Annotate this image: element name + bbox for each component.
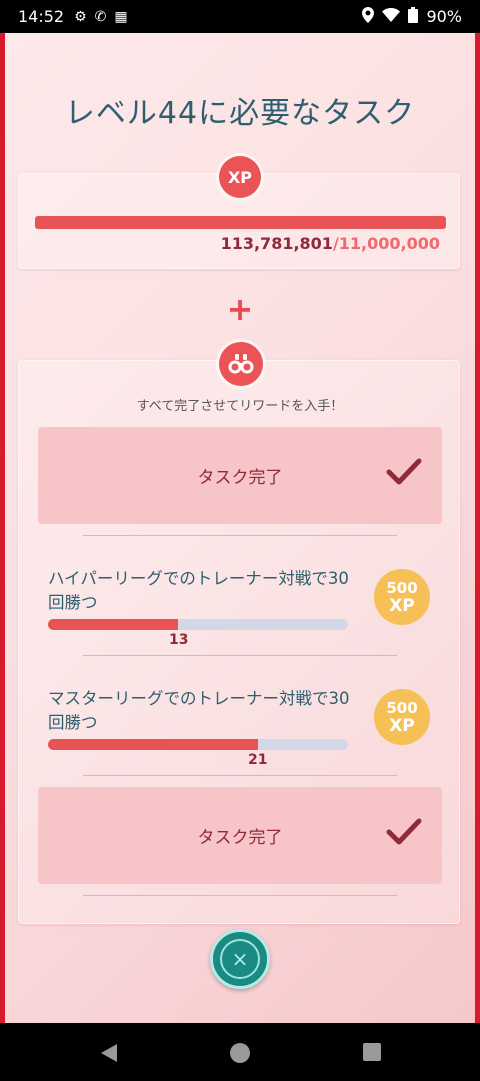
check-icon — [386, 458, 422, 490]
reward-badge: 500 XP — [374, 569, 430, 625]
home-icon[interactable] — [229, 1042, 251, 1068]
task-complete-box[interactable]: タスク完了 — [38, 787, 442, 884]
accessibility-icon: ⚙ — [74, 8, 87, 25]
task-progress-count: 21 — [248, 752, 268, 768]
back-icon[interactable] — [98, 1042, 120, 1068]
divider — [83, 895, 397, 896]
task-name: ハイパーリーグでのトレーナー対戦で30回勝つ — [48, 569, 349, 612]
call-icon: ✆ — [94, 8, 107, 25]
nav-bar — [0, 1023, 480, 1081]
page-title: レベル44に必要なタスク — [64, 96, 416, 131]
wifi-icon — [382, 7, 401, 26]
status-time: 14:52 — [18, 7, 65, 26]
status-bar: 14:52 ⚙ ✆ ▦ 90% — [0, 0, 480, 33]
task-complete-label: タスク完了 — [197, 468, 283, 488]
task-subtitle: すべて完了させてリワードを入手！ — [136, 399, 344, 414]
plus-icon: + — [226, 290, 254, 328]
battery-percent: 90% — [426, 7, 462, 26]
task-complete-label: タスク完了 — [197, 828, 283, 848]
binoculars-icon — [219, 342, 263, 386]
reward-unit: XP — [389, 596, 415, 616]
parking-icon: ▦ — [114, 8, 128, 25]
close-button[interactable]: × — [210, 929, 270, 989]
recents-icon[interactable] — [362, 1042, 382, 1066]
task-complete-box[interactable]: タスク完了 — [38, 427, 442, 524]
divider — [83, 655, 397, 656]
task-progress-fill — [48, 619, 178, 630]
location-icon — [362, 6, 375, 27]
task-progress-count: 13 — [169, 632, 189, 648]
xp-target: /11,000,000 — [332, 234, 440, 253]
close-icon: × — [220, 939, 260, 979]
reward-unit: XP — [389, 716, 415, 736]
divider — [83, 535, 397, 536]
task-name: マスターリーグでのトレーナー対戦で30回勝つ — [48, 689, 350, 732]
check-icon — [386, 818, 422, 850]
app-frame: レベル44に必要なタスク XP 113,781,801/11,000,000 +… — [0, 33, 480, 1023]
xp-current: 113,781,801 — [220, 234, 333, 253]
tasks-screen: レベル44に必要なタスク XP 113,781,801/11,000,000 +… — [5, 33, 475, 1023]
reward-amount: 500 — [386, 579, 418, 597]
xp-progress-bar — [35, 216, 446, 229]
xp-badge: XP — [219, 156, 261, 198]
task-progress-bar — [48, 619, 348, 630]
reward-badge: 500 XP — [374, 689, 430, 745]
task-progress-fill — [48, 739, 258, 750]
task-progress-bar — [48, 739, 348, 750]
battery-icon — [408, 6, 419, 27]
reward-amount: 500 — [386, 699, 418, 717]
xp-progress-text: 113,781,801/11,000,000 — [221, 234, 440, 253]
divider — [83, 775, 397, 776]
